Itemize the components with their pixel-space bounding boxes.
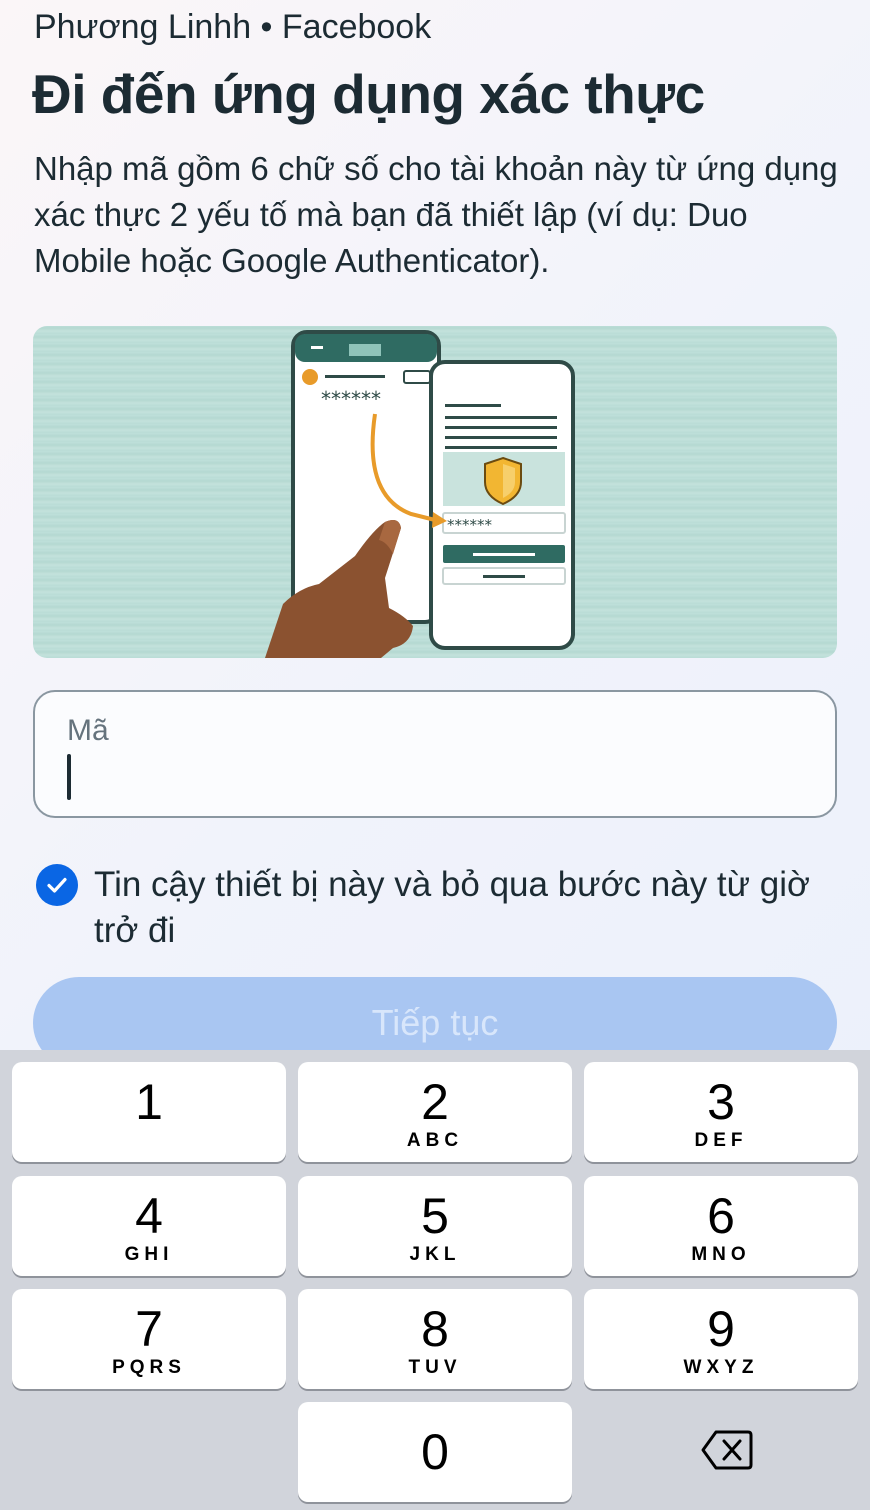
authenticator-illustration: ****** ****** [33,326,837,658]
key-letters: TUV [408,1357,462,1378]
key-digit: 3 [707,1074,735,1130]
code-input[interactable] [75,752,815,800]
key-letters: DEF [694,1130,748,1151]
key-letters: GHI [124,1244,174,1265]
key-4[interactable]: 4 GHI [12,1176,286,1276]
right-phone-code: ****** [447,516,493,534]
left-phone-code: ****** [321,387,381,411]
trust-device-label: Tin cậy thiết bị này và bỏ qua bước này … [94,865,810,950]
account-name: Phương Linhh • Facebook [34,8,432,46]
key-letters: JKL [409,1244,461,1265]
page-description: Nhập mã gồm 6 chữ số cho tài khoản này t… [34,150,838,279]
key-letters: ABC [406,1130,464,1151]
code-field-label: Mã [67,714,109,747]
key-letters: MNO [691,1244,751,1265]
key-digit: 2 [421,1074,449,1130]
key-5[interactable]: 5 JKL [298,1176,572,1276]
key-letters: PQRS [112,1357,186,1378]
backspace-icon [701,1430,753,1470]
key-digit: 5 [421,1188,449,1244]
backspace-key[interactable] [700,1422,754,1478]
key-3[interactable]: 3 DEF [584,1062,858,1162]
key-6[interactable]: 6 MNO [584,1176,858,1276]
key-digit: 6 [707,1188,735,1244]
key-7[interactable]: 7 PQRS [12,1289,286,1389]
key-1[interactable]: 1 [12,1062,286,1162]
key-2[interactable]: 2 ABC [298,1062,572,1162]
code-field[interactable]: Mã [33,690,837,818]
key-digit: 8 [421,1301,449,1357]
key-digit: 9 [707,1301,735,1357]
key-digit: 4 [135,1188,163,1244]
key-digit: 7 [135,1301,163,1357]
two-phones-illustration: ****** ****** [265,330,575,658]
page-title: Đi đến ứng dụng xác thực [32,63,705,125]
key-8[interactable]: 8 TUV [298,1289,572,1389]
text-caret [67,754,71,800]
key-digit: 1 [135,1074,163,1130]
trust-device-checkbox[interactable] [36,864,78,906]
key-0[interactable]: 0 [298,1402,572,1502]
key-digit: 0 [421,1424,449,1480]
key-9[interactable]: 9 WXYZ [584,1289,858,1389]
key-letters: WXYZ [683,1357,759,1378]
checkmark-icon [47,877,67,893]
